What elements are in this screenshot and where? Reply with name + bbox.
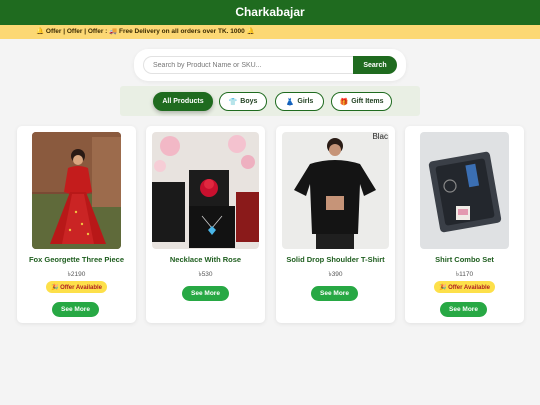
see-more-label: See More [320,290,349,297]
category-label: Gift Items [351,98,384,105]
category-label: Boys [240,98,258,105]
category-gift-items-button[interactable]: 🎁 Gift Items [331,92,392,111]
product-card[interactable]: Necklace With Rose ৳530 See More [146,126,265,323]
see-more-label: See More [61,306,90,313]
product-card[interactable]: Fox Georgette Three Piece ৳2190 🎉 Offer … [17,126,136,323]
search-button[interactable]: Search [353,56,397,74]
offer-badge-label: 🎉 Offer Available [50,284,103,291]
offer-badge: 🎉 Offer Available [434,281,495,293]
product-image[interactable] [32,132,121,249]
see-more-button[interactable]: See More [182,286,229,301]
category-label: Girls [297,98,314,105]
search-bar: Search [134,49,406,81]
category-all-products-button[interactable]: All Products [153,92,213,111]
product-price: ৳530 [198,271,213,278]
site-header: Charkabajar [0,0,540,25]
product-price: ৳1170 [455,271,474,278]
search-input[interactable] [143,56,354,74]
see-more-button[interactable]: See More [440,302,487,317]
see-more-button[interactable]: See More [311,286,358,301]
product-image[interactable] [420,132,509,249]
product-card[interactable]: Blac Solid Drop Shoulder T-Shirt ৳390 Se… [276,126,395,323]
offer-banner-text: 🔔 Offer | Offer | Offer : 🚚 Free Deliver… [36,28,255,35]
image-corner-text: Blac [372,132,388,141]
dress-icon: 👗 [285,98,295,106]
category-girls-button[interactable]: 👗 Girls [275,92,324,111]
site-title[interactable]: Charkabajar [235,5,304,19]
offer-banner: 🔔 Offer | Offer | Offer : 🚚 Free Deliver… [0,25,540,39]
see-more-label: See More [449,306,478,313]
category-boys-button[interactable]: 👕 Boys [219,92,267,111]
product-price: ৳390 [328,271,343,278]
see-more-label: See More [191,290,220,297]
product-name[interactable]: Fox Georgette Three Piece [17,255,136,264]
offer-badge-label: 🎉 Offer Available [438,284,491,291]
product-name[interactable]: Shirt Combo Set [405,255,524,264]
offer-badge: 🎉 Offer Available [46,281,107,293]
product-price: ৳2190 [67,271,86,278]
see-more-button[interactable]: See More [52,302,99,317]
product-name[interactable]: Necklace With Rose [146,255,265,264]
category-filter-bar: All Products 👕 Boys 👗 Girls 🎁 Gift Items [120,86,420,116]
product-card[interactable]: Shirt Combo Set ৳1170 🎉 Offer Available … [405,126,524,323]
category-label: All Products [162,98,204,105]
gift-icon: 🎁 [339,98,349,106]
product-image[interactable] [152,132,259,249]
shirt-icon: 👕 [228,98,238,106]
product-image[interactable]: Blac [282,132,389,249]
product-name[interactable]: Solid Drop Shoulder T-Shirt [276,255,395,264]
